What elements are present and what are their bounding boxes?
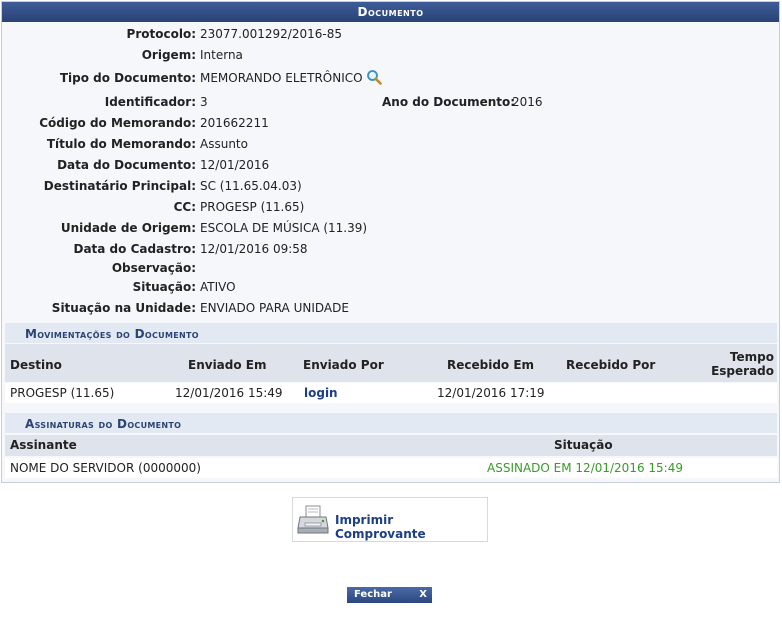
col-destino: Destino <box>10 358 62 372</box>
close-button[interactable]: Fechar X <box>347 587 432 603</box>
assinaturas-section-title: Assinaturas do Documento <box>5 413 777 433</box>
observacao-label: Observação: <box>111 261 196 275</box>
field-situacao: Situação: ATIVO <box>2 277 779 297</box>
origem-label: Origem: <box>141 48 196 62</box>
field-identificador: Identificador: 3 Ano do Documento: 2016 <box>2 92 779 112</box>
tipo-label: Tipo do Documento: <box>59 71 196 85</box>
field-origem: Origem: Interna <box>2 45 779 65</box>
field-titulo: Título do Memorando: Assunto <box>2 134 779 154</box>
tipo-value-wrap: MEMORANDO ELETRÔNICO <box>200 68 382 91</box>
table-row: NOME DO SERVIDOR (0000000) ASSINADO EM 1… <box>5 458 777 478</box>
field-cadastro: Data do Cadastro: 12/01/2016 09:58 <box>2 239 779 259</box>
ano-label: Ano do Documento: <box>382 95 516 109</box>
row-recebido-em: 12/01/2016 17:19 <box>437 386 545 400</box>
ano-value: 2016 <box>512 95 543 109</box>
movimentacoes-section-title: Movimentações do Documento <box>5 323 777 343</box>
codigo-label: Código do Memorando: <box>39 116 196 130</box>
field-unidade: Unidade de Origem: ESCOLA DE MÚSICA (11.… <box>2 218 779 238</box>
field-protocolo: Protocolo: 23077.001292/2016-85 <box>2 24 779 44</box>
situacao-unidade-value: ENVIADO PARA UNIDADE <box>200 301 349 315</box>
data-value: 12/01/2016 <box>200 158 270 172</box>
protocolo-value: 23077.001292/2016-85 <box>200 27 342 41</box>
col-enviado-por: Enviado Por <box>303 358 384 372</box>
field-cc: CC: PROGESP (11.65) <box>2 197 779 217</box>
field-destinatario: Destinatário Principal: SC (11.65.04.03) <box>2 176 779 196</box>
identificador-value: 3 <box>200 95 208 109</box>
cc-value: PROGESP (11.65) <box>200 200 305 214</box>
cadastro-label: Data do Cadastro: <box>73 242 196 256</box>
data-label: Data do Documento: <box>57 158 196 172</box>
field-tipo-documento: Tipo do Documento: MEMORANDO ELETRÔNICO <box>2 68 779 88</box>
row-enviado-em: 12/01/2016 15:49 <box>175 386 283 400</box>
row-situacao-assinatura: ASSINADO EM 12/01/2016 15:49 <box>487 461 683 475</box>
field-data: Data do Documento: 12/01/2016 <box>2 155 779 175</box>
magnifier-icon[interactable] <box>366 69 382 91</box>
origem-value: Interna <box>200 48 243 62</box>
panel-title: Documento <box>2 2 779 22</box>
login-link[interactable]: login <box>304 383 338 403</box>
unidade-value: ESCOLA DE MÚSICA (11.39) <box>200 221 368 235</box>
titulo-label: Título do Memorando: <box>46 137 196 151</box>
table-row: PROGESP (11.65) 12/01/2016 15:49 login 1… <box>5 383 777 403</box>
codigo-value: 201662211 <box>200 116 269 130</box>
movimentacoes-table-header: Destino Enviado Em Enviado Por Recebido … <box>5 344 777 382</box>
printer-icon <box>297 503 331 540</box>
field-observacao: Observação: <box>2 258 779 278</box>
identificador-label: Identificador: <box>104 95 196 109</box>
destinatario-label: Destinatário Principal: <box>43 179 196 193</box>
col-recebido-em: Recebido Em <box>447 358 535 372</box>
titulo-value: Assunto <box>200 137 248 151</box>
destinatario-value: SC (11.65.04.03) <box>200 179 302 193</box>
assinaturas-table-header: Assinante Situação <box>5 435 777 456</box>
document-details: Protocolo: 23077.001292/2016-85 Origem: … <box>2 22 779 482</box>
close-icon: X <box>419 589 427 600</box>
print-receipt-button[interactable]: Imprimir Comprovante <box>292 497 488 542</box>
col-recebido-por: Recebido Por <box>566 358 656 372</box>
col-assinante: Assinante <box>10 438 77 452</box>
col-tempo-esperado: Tempo Esperado <box>711 350 774 378</box>
row-assinante: NOME DO SERVIDOR (0000000) <box>10 461 201 475</box>
situacao-unidade-label: Situação na Unidade: <box>51 301 196 315</box>
unidade-label: Unidade de Origem: <box>60 221 196 235</box>
col-situacao: Situação <box>554 438 613 452</box>
situacao-label: Situação: <box>132 280 196 294</box>
cc-label: CC: <box>173 200 196 214</box>
document-panel: Documento Protocolo: 23077.001292/2016-8… <box>1 1 780 483</box>
row-destino: PROGESP (11.65) <box>10 386 115 400</box>
field-situacao-unidade: Situação na Unidade: ENVIADO PARA UNIDAD… <box>2 298 779 318</box>
field-codigo: Código do Memorando: 201662211 <box>2 113 779 133</box>
situacao-value: ATIVO <box>200 280 236 294</box>
cadastro-value: 12/01/2016 09:58 <box>200 242 308 256</box>
tipo-value: MEMORANDO ELETRÔNICO <box>200 71 363 85</box>
protocolo-label: Protocolo: <box>126 27 196 41</box>
col-enviado-em: Enviado Em <box>188 358 267 372</box>
print-button-label: Imprimir Comprovante <box>335 513 426 541</box>
close-button-label: Fechar <box>354 589 392 600</box>
